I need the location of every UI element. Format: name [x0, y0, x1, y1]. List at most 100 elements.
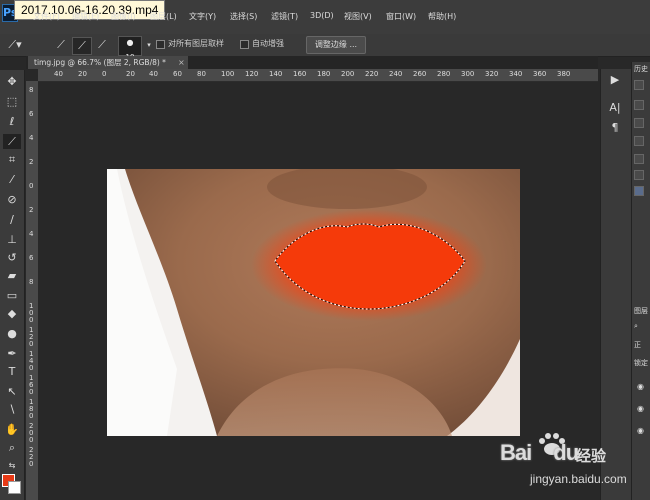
history-snapshot-icon[interactable]	[634, 80, 644, 90]
ruler-label: 20	[126, 70, 135, 78]
menu-image[interactable]: 图像(I)	[111, 11, 136, 22]
menu-select[interactable]: 选择(S)	[230, 11, 257, 22]
document-image[interactable]	[107, 169, 520, 436]
ruler-label: 120	[245, 70, 259, 78]
menu-window[interactable]: 窗口(W)	[386, 11, 416, 22]
ruler-label: 1 4 0	[29, 350, 34, 372]
gradient-tool-icon[interactable]: ▭	[3, 288, 21, 303]
history-tab[interactable]: 历史	[634, 64, 648, 74]
default-colors-icon[interactable]: ⇆	[3, 458, 21, 473]
document-tab[interactable]: timg.jpg @ 66.7% (图层 2, RGB/8) *	[28, 56, 188, 69]
ruler-label: 8	[29, 86, 34, 94]
ruler-label: 380	[557, 70, 571, 78]
pen-tool-icon[interactable]: ✒	[3, 346, 21, 361]
ruler-label: 180	[317, 70, 331, 78]
menu-type[interactable]: 文字(Y)	[189, 11, 216, 22]
menu-file[interactable]: 文件(F)	[33, 11, 60, 22]
ruler-label: 300	[461, 70, 475, 78]
blend-mode-select[interactable]: 正	[634, 340, 641, 350]
auto-enhance-label: 自动增强	[252, 39, 284, 48]
history-step[interactable]	[634, 154, 644, 164]
sample-all-layers-label: 对所有图层取样	[168, 39, 224, 48]
move-tool-icon[interactable]: ✥	[3, 74, 21, 89]
path-selection-tool-icon[interactable]: ↖	[3, 384, 21, 399]
ruler-label: 80	[197, 70, 206, 78]
menu-help[interactable]: 帮助(H)	[428, 11, 456, 22]
tab-close-icon[interactable]: ×	[178, 56, 185, 69]
auto-enhance-checkbox[interactable]	[240, 40, 249, 49]
ruler-label: 2 0 0	[29, 422, 34, 444]
watermark-cn: 经验	[576, 447, 607, 465]
paragraph-panel-icon[interactable]: ¶	[606, 120, 624, 136]
brush-size-preview[interactable]: ●10	[118, 36, 142, 61]
healing-brush-tool-icon[interactable]: ⊘	[3, 192, 21, 207]
ruler-label: 0	[102, 70, 107, 78]
hand-tool-icon[interactable]: ✋	[3, 422, 21, 437]
sample-all-layers-checkbox[interactable]	[156, 40, 165, 49]
play-icon[interactable]: ▶	[606, 72, 624, 88]
lock-label: 锁定	[634, 359, 648, 367]
ruler-label: 1 8 0	[29, 398, 34, 420]
history-step[interactable]	[634, 136, 644, 146]
ruler-label: 20	[78, 70, 87, 78]
character-panel-icon[interactable]: A|	[606, 100, 624, 116]
history-brush-tool-icon[interactable]: ↺	[3, 250, 21, 265]
watermark-url: jingyan.baidu.com	[530, 472, 627, 486]
ruler-label: 2	[29, 206, 34, 214]
history-step[interactable]	[634, 170, 644, 180]
ruler-label: 1 0 0	[29, 302, 34, 324]
ruler-label: 340	[509, 70, 523, 78]
layer-visibility-eye-icon[interactable]: ◉	[637, 404, 644, 413]
ruler-label: 40	[149, 70, 158, 78]
ruler-label: 6	[29, 110, 34, 118]
ruler-label: 140	[269, 70, 283, 78]
clone-stamp-tool-icon[interactable]: ⊥	[3, 232, 21, 247]
ruler-label: 2	[29, 158, 34, 166]
marquee-tool-icon[interactable]: ⬚	[3, 94, 21, 109]
ruler-label: 260	[413, 70, 427, 78]
history-step[interactable]	[634, 118, 644, 128]
line-tool-icon[interactable]: ∖	[3, 402, 21, 417]
brush-tool-icon[interactable]: ∕	[3, 212, 21, 227]
ruler-label: 220	[365, 70, 379, 78]
ruler-label: 4	[29, 134, 34, 142]
layer-visibility-eye-icon[interactable]: ◉	[637, 382, 644, 391]
dodge-tool-icon[interactable]: ●	[3, 326, 21, 341]
ruler-label: 160	[293, 70, 307, 78]
eyedropper-tool-icon[interactable]: ⁄	[3, 172, 21, 187]
background-color-swatch[interactable]	[8, 481, 21, 494]
watermark-brand-part: Bai	[500, 440, 532, 465]
ruler-label: 100	[221, 70, 235, 78]
menu-3d[interactable]: 3D(D)	[310, 11, 334, 20]
layers-tab[interactable]: 图层	[634, 306, 648, 316]
blur-tool-icon[interactable]: ◆	[3, 306, 21, 321]
ruler-label: 60	[173, 70, 182, 78]
new-selection-brush-icon[interactable]: ⟋	[52, 37, 70, 53]
ruler-label: 280	[437, 70, 451, 78]
lasso-tool-icon[interactable]: ℓ	[3, 114, 21, 129]
add-selection-brush-icon[interactable]: ⟋	[72, 37, 92, 55]
ruler-label: 4	[29, 230, 34, 238]
quick-selection-tool-icon[interactable]: ⟋	[3, 134, 21, 149]
menu-view[interactable]: 视图(V)	[344, 11, 372, 22]
menu-filter[interactable]: 滤镜(T)	[271, 11, 298, 22]
ruler-label: 360	[533, 70, 547, 78]
history-step[interactable]	[634, 100, 644, 110]
ruler-horizontal: 40 20 0 20 40 60 80 100 120 140 160 180 …	[38, 69, 598, 82]
face-photo	[107, 169, 520, 436]
subtract-selection-brush-icon[interactable]: ⟋	[93, 37, 111, 53]
ruler-label: 1 2 0	[29, 326, 34, 348]
zoom-tool-icon[interactable]: ⌕	[3, 440, 21, 455]
eraser-tool-icon[interactable]: ▰	[3, 268, 21, 283]
crop-tool-icon[interactable]: ⌗	[3, 152, 21, 167]
menu-edit[interactable]: 编辑(E)	[72, 11, 99, 22]
ruler-label: 320	[485, 70, 499, 78]
menu-layer[interactable]: 图层(L)	[150, 11, 177, 22]
layer-filter-icon[interactable]: ⌕	[634, 322, 638, 331]
ruler-label: 240	[389, 70, 403, 78]
history-step-selected[interactable]	[634, 186, 644, 196]
type-tool-icon[interactable]: T	[3, 364, 21, 379]
ruler-label: 1 6 0	[29, 374, 34, 396]
tool-preset-icon[interactable]: ⟋▾	[6, 37, 24, 53]
refine-edge-button[interactable]: 调整边缘 ...	[306, 36, 366, 54]
